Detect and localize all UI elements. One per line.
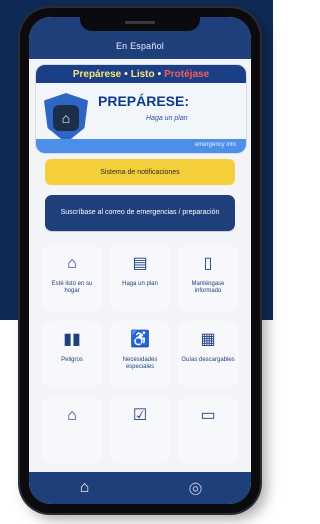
banner-tagline: Haga un plan xyxy=(146,115,188,122)
signal-icon: ▮▮ xyxy=(63,331,81,348)
menu-tile[interactable]: ▮▮ Peligros xyxy=(41,321,103,387)
house-icon: ⌂ xyxy=(67,407,77,424)
home-icon: ⌂ xyxy=(67,255,77,272)
menu-tile-label: Haga un plan xyxy=(122,281,158,287)
banner-headline-separator-2: • xyxy=(157,68,162,80)
menu-tile[interactable]: ♿ Necesidades especiales xyxy=(109,321,171,387)
globe-icon[interactable]: ◎ xyxy=(176,476,216,500)
speaker-slot xyxy=(125,21,155,24)
banner-headline-word-1: Prepárese xyxy=(72,68,122,80)
menu-tile[interactable]: ▦ Guías descargables xyxy=(177,321,239,387)
menu-tile-label: Esté listo en su hogar xyxy=(51,281,93,294)
banner-footer-text: emergency info xyxy=(194,142,236,148)
menu-tile-label: Necesidades especiales xyxy=(122,357,158,370)
menu-tile[interactable]: ⌂ Esté listo en su hogar xyxy=(41,245,103,311)
clipboard-icon: ▤ xyxy=(132,255,148,272)
app-screen: En Español Prepárese • Listo • Protéjase… xyxy=(29,17,251,504)
bottom-nav: ⌂ ◎ xyxy=(29,472,251,504)
menu-tile[interactable]: ☑ xyxy=(109,397,171,463)
banner-brand-bar: emergency info xyxy=(36,139,246,153)
house-icon: ⌂ xyxy=(53,105,79,131)
menu-tile-label: Guías descargables xyxy=(181,357,235,363)
menu-grid: ⌂ Esté listo en su hogar ▤ Haga un plan … xyxy=(41,245,239,463)
banner-title: PREPÁRESE: xyxy=(98,93,190,109)
banner-body: ⌂ PREPÁRESE: Haga un plan emergency info xyxy=(36,83,246,153)
language-toggle[interactable]: En Español xyxy=(29,41,251,51)
banner-headline-word-2: Listo xyxy=(130,68,155,80)
banner-headline-separator-1: • xyxy=(124,68,128,80)
document-icon: ▦ xyxy=(200,331,216,348)
shield-icon: ⌂ xyxy=(44,93,88,143)
card-icon: ▭ xyxy=(200,407,216,424)
subscribe-button[interactable]: Suscríbase al correo de emergencias / pr… xyxy=(45,195,235,231)
banner-headline-word-3: Protéjase xyxy=(164,68,210,80)
banner-headline: Prepárese • Listo • Protéjase xyxy=(36,65,246,83)
menu-tile[interactable]: ▭ xyxy=(177,397,239,463)
menu-tile-label: Manténgase informado xyxy=(191,281,225,294)
menu-tile[interactable]: ▯ Manténgase informado xyxy=(177,245,239,311)
phone-frame: En Español Prepárese • Listo • Protéjase… xyxy=(20,8,260,513)
notifications-button[interactable]: Sistema de notificaciones xyxy=(45,159,235,185)
phone-icon: ▯ xyxy=(203,255,213,272)
menu-tile[interactable]: ▤ Haga un plan xyxy=(109,245,171,311)
menu-tile-label: Peligros xyxy=(61,357,83,363)
preparedness-banner: Prepárese • Listo • Protéjase ⌂ PREPÁRES… xyxy=(35,64,247,154)
device-notch xyxy=(80,17,200,31)
home-icon[interactable]: ⌂ xyxy=(65,476,105,500)
checklist-icon: ☑ xyxy=(132,407,148,424)
menu-tile[interactable]: ⌂ xyxy=(41,397,103,463)
accessibility-icon: ♿ xyxy=(130,331,150,348)
